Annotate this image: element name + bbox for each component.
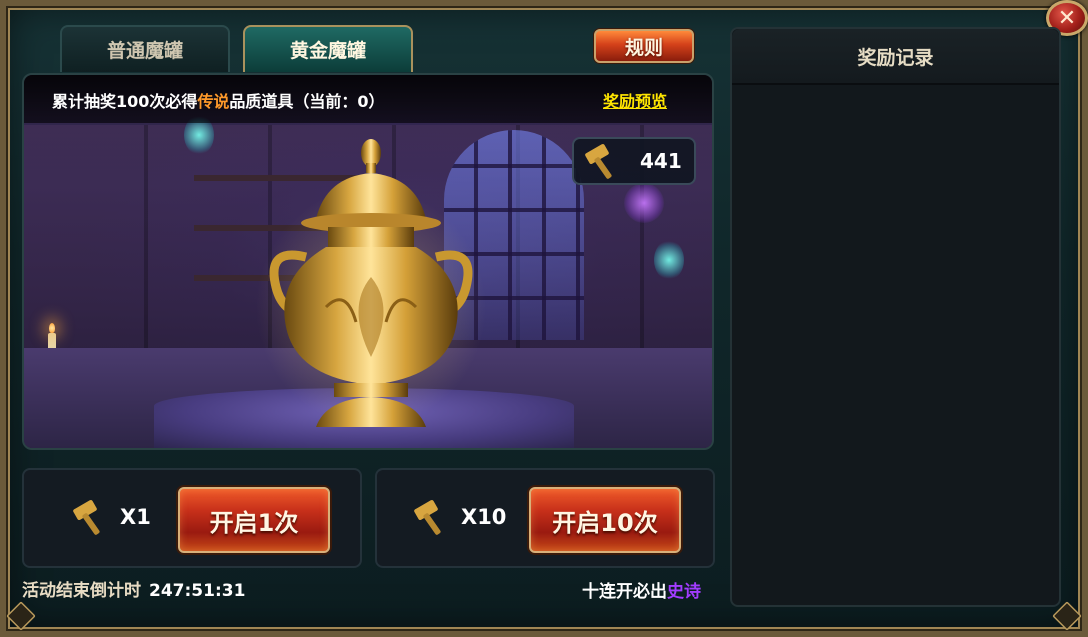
reward-records-title: 奖励记录 — [732, 29, 1059, 85]
ten-draw-guarantee: 十连开必出史诗 — [582, 582, 701, 602]
draw-ten-cost: X10 — [413, 498, 506, 536]
hammer-icon — [414, 500, 441, 535]
hammer-balance-value: 441 — [640, 149, 682, 173]
tab-gold-jar[interactable]: 黄金魔罐 — [243, 25, 413, 72]
progress-bar: 累计抽奖100次必得传说品质道具（当前：0） 奖励预览 — [24, 75, 712, 123]
draw-ten-cost-value: X10 — [461, 505, 507, 529]
reward-records-list[interactable] — [732, 87, 1059, 605]
draw-once-cost-value: X1 — [120, 505, 151, 529]
reward-records-panel: 奖励记录 — [730, 27, 1061, 607]
rules-button[interactable]: 规则 — [594, 29, 694, 63]
jar-scene: 累计抽奖100次必得传说品质道具（当前：0） 奖励预览 441 — [22, 73, 714, 450]
golden-jar-image — [256, 139, 486, 427]
draw-ten-panel: X10 开启10次 — [375, 468, 715, 568]
countdown-label: 活动结束倒计时 — [22, 581, 141, 601]
open-once-button[interactable]: 开启1次 — [178, 487, 330, 553]
event-countdown: 活动结束倒计时 247:51:31 — [22, 576, 245, 601]
hammer-balance: 441 — [572, 137, 696, 185]
tab-normal-jar[interactable]: 普通魔罐 — [60, 25, 230, 72]
scene-lamp — [654, 240, 684, 280]
hammer-icon — [585, 144, 612, 179]
scene-lamp — [624, 183, 664, 223]
countdown-time: 247:51:31 — [149, 581, 246, 601]
close-icon: ✕ — [1057, 5, 1077, 31]
open-ten-button[interactable]: 开启10次 — [529, 487, 681, 553]
draw-once-panel: X1 开启1次 — [22, 468, 362, 568]
pity-progress-text: 累计抽奖100次必得传说品质道具（当前：0） — [52, 92, 385, 111]
draw-once-cost: X1 — [72, 498, 151, 536]
reward-preview-link[interactable]: 奖励预览 — [603, 88, 667, 112]
legend-quality-word: 传说 — [197, 92, 230, 111]
hammer-icon — [73, 500, 100, 535]
epic-quality-word: 史诗 — [667, 582, 701, 602]
